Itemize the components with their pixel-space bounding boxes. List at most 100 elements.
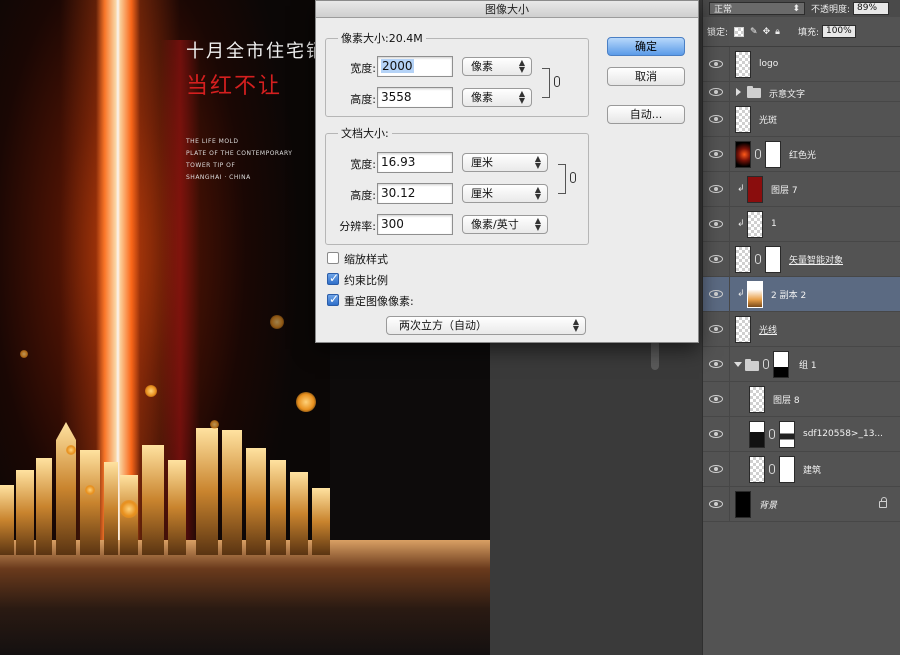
layer-name: 建筑 xyxy=(803,465,822,476)
updown-arrow-icon: ▲ ▼ xyxy=(518,89,525,105)
ok-button[interactable]: 确定 xyxy=(607,37,685,56)
eye-icon[interactable] xyxy=(709,325,723,333)
document-size-label: 文档大小: xyxy=(338,125,392,141)
city-skyline-illustration xyxy=(0,422,330,555)
cancel-button[interactable]: 取消 xyxy=(607,67,685,86)
eye-icon[interactable] xyxy=(709,255,723,263)
layer-row[interactable]: 建筑 xyxy=(703,452,900,487)
updown-arrow-icon: ▲ ▼ xyxy=(534,154,541,170)
layer-mask-thumbnail[interactable] xyxy=(779,420,795,448)
layer-row[interactable]: 红色光 xyxy=(703,137,900,172)
unit-value: 像素 xyxy=(471,91,493,104)
layer-name: 矢量智能对象 xyxy=(789,255,844,266)
doc-width-input[interactable]: 16.93 xyxy=(377,152,453,173)
layer-name: 示意文字 xyxy=(769,90,806,100)
lock-icon xyxy=(879,496,887,508)
pixel-height-input[interactable]: 3558 xyxy=(377,87,453,108)
eye-icon[interactable] xyxy=(709,185,723,193)
layer-row[interactable]: 组 1 xyxy=(703,347,900,382)
bokeh-dot xyxy=(85,485,95,495)
resample-checkbox[interactable] xyxy=(327,292,339,306)
layer-mask-thumbnail[interactable] xyxy=(773,350,789,378)
pixel-width-input[interactable]: 2000 xyxy=(377,56,453,77)
link-icon xyxy=(769,464,775,474)
scale-styles-checkbox[interactable] xyxy=(327,252,339,264)
layer-name: 1 xyxy=(771,219,777,229)
layer-name: 组 1 xyxy=(799,360,817,371)
updown-arrow-icon: ▲ ▼ xyxy=(534,216,541,232)
eye-icon[interactable] xyxy=(709,430,723,438)
brush-icon[interactable]: ✎ xyxy=(750,27,758,37)
layer-thumbnail xyxy=(735,315,751,343)
expand-arrow-icon[interactable] xyxy=(736,88,741,96)
layer-name: 图层 7 xyxy=(771,185,798,196)
fill-input[interactable]: 100% xyxy=(821,25,856,38)
layer-row[interactable]: 图层 8 xyxy=(703,382,900,417)
scrollbar-thumb[interactable] xyxy=(651,340,659,370)
eye-icon[interactable] xyxy=(709,465,723,473)
layer-mask-thumbnail[interactable] xyxy=(779,455,795,483)
eye-icon[interactable] xyxy=(709,360,723,368)
constrain-proportions-checkbox[interactable] xyxy=(327,271,339,285)
doc-height-input[interactable]: 30.12 xyxy=(377,183,453,204)
layer-thumbnail xyxy=(747,175,763,203)
bokeh-dot xyxy=(20,350,28,358)
layer-row[interactable]: ↲ 图层 7 xyxy=(703,172,900,207)
eye-icon[interactable] xyxy=(709,500,723,508)
opacity-input[interactable]: 89% xyxy=(853,2,890,15)
layer-thumbnail xyxy=(749,385,765,413)
pixel-height-unit-select[interactable]: 像素 ▲ ▼ xyxy=(462,88,532,107)
doc-height-label: 高度: xyxy=(350,189,376,202)
layer-row[interactable]: ↲ 1 xyxy=(703,207,900,242)
layer-name: 2 副本 2 xyxy=(771,290,807,301)
eye-icon[interactable] xyxy=(709,60,723,68)
layer-row[interactable]: 光斑 xyxy=(703,102,900,137)
link-icon xyxy=(769,429,775,439)
blend-mode-value: 正常 xyxy=(714,5,733,15)
layer-thumbnail xyxy=(747,210,763,238)
resample-label: 重定图像像素: xyxy=(344,295,414,308)
layer-row[interactable]: 光线 xyxy=(703,312,900,347)
pixel-width-unit-select[interactable]: 像素 ▲ ▼ xyxy=(462,57,532,76)
layer-mask-thumbnail[interactable] xyxy=(765,245,781,273)
eye-icon[interactable] xyxy=(709,150,723,158)
layer-row[interactable]: logo xyxy=(703,47,900,82)
layer-row[interactable]: sdf120558>_13... xyxy=(703,417,900,452)
collapse-arrow-icon[interactable] xyxy=(734,362,742,367)
lock-icon[interactable]: 🔒︎ xyxy=(775,27,780,37)
eye-icon[interactable] xyxy=(709,88,723,96)
layer-name: 光线 xyxy=(759,325,778,336)
chain-link-icon xyxy=(554,76,560,87)
updown-arrow-icon: ▲ ▼ xyxy=(518,58,525,74)
eye-icon[interactable] xyxy=(709,290,723,298)
doc-height-unit-select[interactable]: 厘米 ▲ ▼ xyxy=(462,184,548,203)
layer-thumbnail xyxy=(747,280,763,308)
layer-row[interactable]: 示意文字 xyxy=(703,82,900,102)
eye-icon[interactable] xyxy=(709,115,723,123)
resample-method-value: 两次立方（自动） xyxy=(399,319,487,332)
fill-label: 填充: xyxy=(797,28,819,38)
chain-link-icon xyxy=(570,172,576,183)
lock-transparent-icon[interactable] xyxy=(734,26,745,37)
image-size-dialog: 图像大小 像素大小:20.4M 宽度: 2000 像素 ▲ ▼ 高度: 3558 … xyxy=(315,0,699,343)
layer-row[interactable]: 背景 xyxy=(703,487,900,522)
doc-width-unit-select[interactable]: 厘米 ▲ ▼ xyxy=(462,153,548,172)
auto-button[interactable]: 自动... xyxy=(607,105,685,124)
move-icon[interactable]: ✥ xyxy=(763,27,771,37)
resolution-unit-select[interactable]: 像素/英寸 ▲ ▼ xyxy=(462,215,548,234)
unit-value: 厘米 xyxy=(471,187,493,200)
link-icon xyxy=(763,359,769,369)
eye-icon[interactable] xyxy=(709,220,723,228)
pixel-dimensions-label: 像素大小:20.4M xyxy=(338,30,426,46)
opacity-label: 不透明度: xyxy=(811,5,851,15)
layer-mask-thumbnail[interactable] xyxy=(765,140,781,168)
resample-method-select[interactable]: 两次立方（自动） ▲ ▼ xyxy=(386,316,586,335)
link-bracket xyxy=(542,68,550,98)
eye-icon[interactable] xyxy=(709,395,723,403)
layer-name: 图层 8 xyxy=(773,395,800,406)
layer-row-selected[interactable]: ↲ 2 副本 2 xyxy=(703,277,900,312)
clipping-arrow-icon: ↲ xyxy=(737,184,745,194)
blend-mode-select[interactable]: 正常 ⬍ xyxy=(709,2,805,15)
layer-row[interactable]: 矢量智能对象 xyxy=(703,242,900,277)
resolution-input[interactable]: 300 xyxy=(377,214,453,235)
